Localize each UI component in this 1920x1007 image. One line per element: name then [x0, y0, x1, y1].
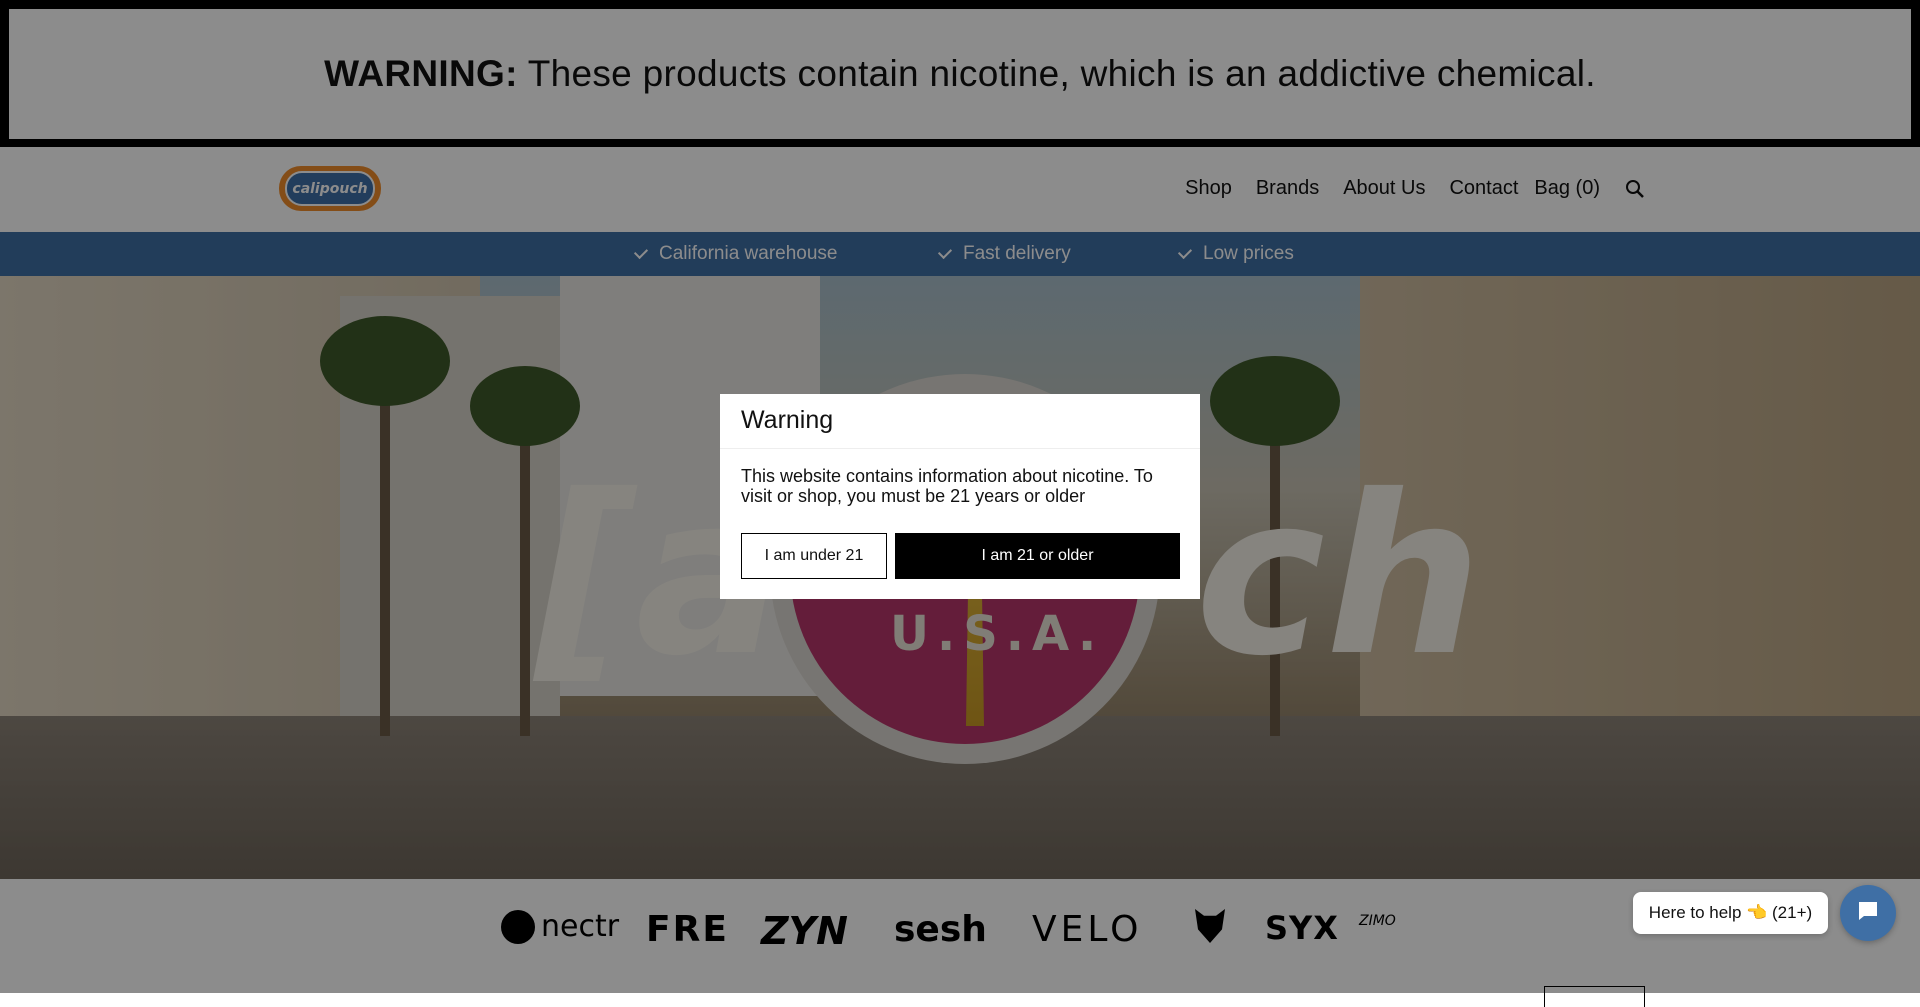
chat-launcher-button[interactable] [1840, 885, 1896, 941]
21-or-older-button[interactable]: I am 21 or older [895, 533, 1180, 579]
chat-greeting-pill[interactable]: Here to help 👈 (21+) [1633, 892, 1828, 934]
chat-bubble-icon [1856, 899, 1880, 928]
modal-body: This website contains information about … [741, 466, 1153, 506]
under-21-button[interactable]: I am under 21 [741, 533, 887, 579]
modal-title: Warning [741, 406, 834, 434]
age-verification-modal: Warning This website contains informatio… [720, 394, 1200, 599]
modal-divider [720, 448, 1200, 449]
